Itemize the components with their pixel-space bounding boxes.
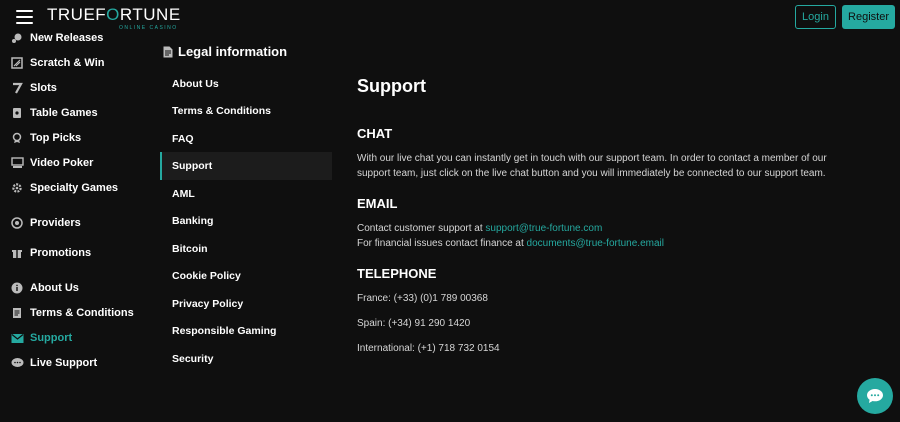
sidebar-item-label: Providers — [30, 217, 81, 229]
sidebar-item-support[interactable]: Support — [10, 328, 72, 348]
sidebar-item-scratch-win[interactable]: Scratch & Win — [10, 53, 104, 73]
video-poker-icon — [10, 156, 24, 170]
document-icon — [10, 306, 24, 320]
register-button[interactable]: Register — [842, 5, 895, 29]
finance-email-link[interactable]: documents@true-fortune.email — [527, 238, 664, 249]
logo[interactable]: TRUEFORTUNE ONLINE CASINO — [47, 5, 181, 32]
sidebar-item-label: About Us — [30, 282, 79, 294]
live-chat-button[interactable] — [857, 378, 893, 414]
chat-text: With our live chat you can instantly get… — [357, 153, 827, 179]
sidebar-item-providers[interactable]: Providers — [10, 213, 81, 233]
legal-nav-item-about-us[interactable]: About Us — [160, 70, 332, 98]
chat-heading: CHAT — [357, 126, 393, 141]
email-line-support: Contact customer support at support@true… — [357, 223, 603, 234]
scratch-icon — [10, 56, 24, 70]
sidebar-item-label: Scratch & Win — [30, 57, 105, 69]
phone-international: International: (+1) 718 732 0154 — [357, 343, 500, 354]
phone-france: France: (+33) (0)1 789 00368 — [357, 293, 488, 304]
info-icon — [10, 281, 24, 295]
legal-nav-item-aml[interactable]: AML — [160, 180, 332, 208]
login-button[interactable]: Login — [795, 5, 836, 29]
sidebar-item-label: Promotions — [30, 247, 92, 259]
sidebar-item-label: Slots — [30, 82, 57, 94]
logo-tagline: ONLINE CASINO — [119, 25, 178, 31]
chip-icon — [10, 216, 24, 230]
sidebar-item-label: Video Poker — [30, 157, 94, 169]
sidebar-item-terms-conditions[interactable]: Terms & Conditions — [10, 303, 134, 323]
sidebar-item-video-poker[interactable]: Video Poker — [10, 153, 93, 173]
sidebar-item-new-releases[interactable]: New Releases — [10, 28, 103, 48]
legal-nav-item-faq[interactable]: FAQ — [160, 125, 332, 153]
legal-nav-item-cookie-policy[interactable]: Cookie Policy — [160, 262, 332, 290]
document-icon — [163, 46, 173, 58]
sidebar-item-live-support[interactable]: Live Support — [10, 353, 97, 373]
telephone-heading: TELEPHONE — [357, 266, 437, 281]
gift-icon — [10, 246, 24, 260]
chat-bubble-icon — [10, 356, 24, 370]
sidebar-item-label: Support — [30, 332, 73, 344]
legal-nav-item-security[interactable]: Security — [160, 345, 332, 373]
rocket-icon — [10, 31, 24, 45]
support-email-link[interactable]: support@true-fortune.com — [485, 223, 602, 234]
top-header: TRUEFORTUNE ONLINE CASINO Login Register — [0, 0, 900, 33]
legal-nav-item-responsible-gaming[interactable]: Responsible Gaming — [160, 317, 332, 345]
email-line-finance: For financial issues contact finance at … — [357, 238, 664, 249]
email-heading: EMAIL — [357, 196, 398, 211]
gear-icon — [10, 181, 24, 195]
cards-icon — [10, 106, 24, 120]
legal-nav-title: Legal information — [163, 44, 287, 59]
hamburger-menu-icon[interactable] — [16, 10, 33, 24]
logo-wordmark: TRUEFORTUNE — [47, 5, 181, 24]
sidebar-item-table-games[interactable]: Table Games — [10, 103, 98, 123]
legal-nav-item-bitcoin[interactable]: Bitcoin — [160, 235, 332, 263]
sidebar-item-label: Table Games — [30, 107, 98, 119]
sidebar-item-about-us[interactable]: About Us — [10, 278, 79, 298]
envelope-icon — [10, 331, 24, 345]
sidebar-item-top-picks[interactable]: Top Picks — [10, 128, 81, 148]
sidebar-item-label: Terms & Conditions — [30, 307, 134, 319]
award-icon — [10, 131, 24, 145]
chat-bubble-icon — [867, 389, 883, 403]
sidebar-item-label: Live Support — [30, 357, 98, 369]
legal-nav-item-terms-conditions[interactable]: Terms & Conditions — [160, 97, 332, 125]
seven-icon — [10, 81, 24, 95]
sidebar-item-label: Top Picks — [30, 132, 82, 144]
legal-nav-item-support[interactable]: Support — [160, 152, 332, 180]
legal-nav-item-banking[interactable]: Banking — [160, 207, 332, 235]
sidebar-item-promotions[interactable]: Promotions — [10, 243, 91, 263]
legal-nav-title-text: Legal information — [178, 44, 288, 59]
sidebar-item-label: Specialty Games — [30, 182, 119, 194]
sidebar-item-specialty-games[interactable]: Specialty Games — [10, 178, 118, 198]
page-title: Support — [357, 76, 426, 96]
sidebar-item-slots[interactable]: Slots — [10, 78, 57, 98]
sidebar-item-label: New Releases — [30, 32, 104, 44]
phone-spain: Spain: (+34) 91 290 1420 — [357, 318, 471, 329]
legal-nav-item-privacy-policy[interactable]: Privacy Policy — [160, 290, 332, 318]
